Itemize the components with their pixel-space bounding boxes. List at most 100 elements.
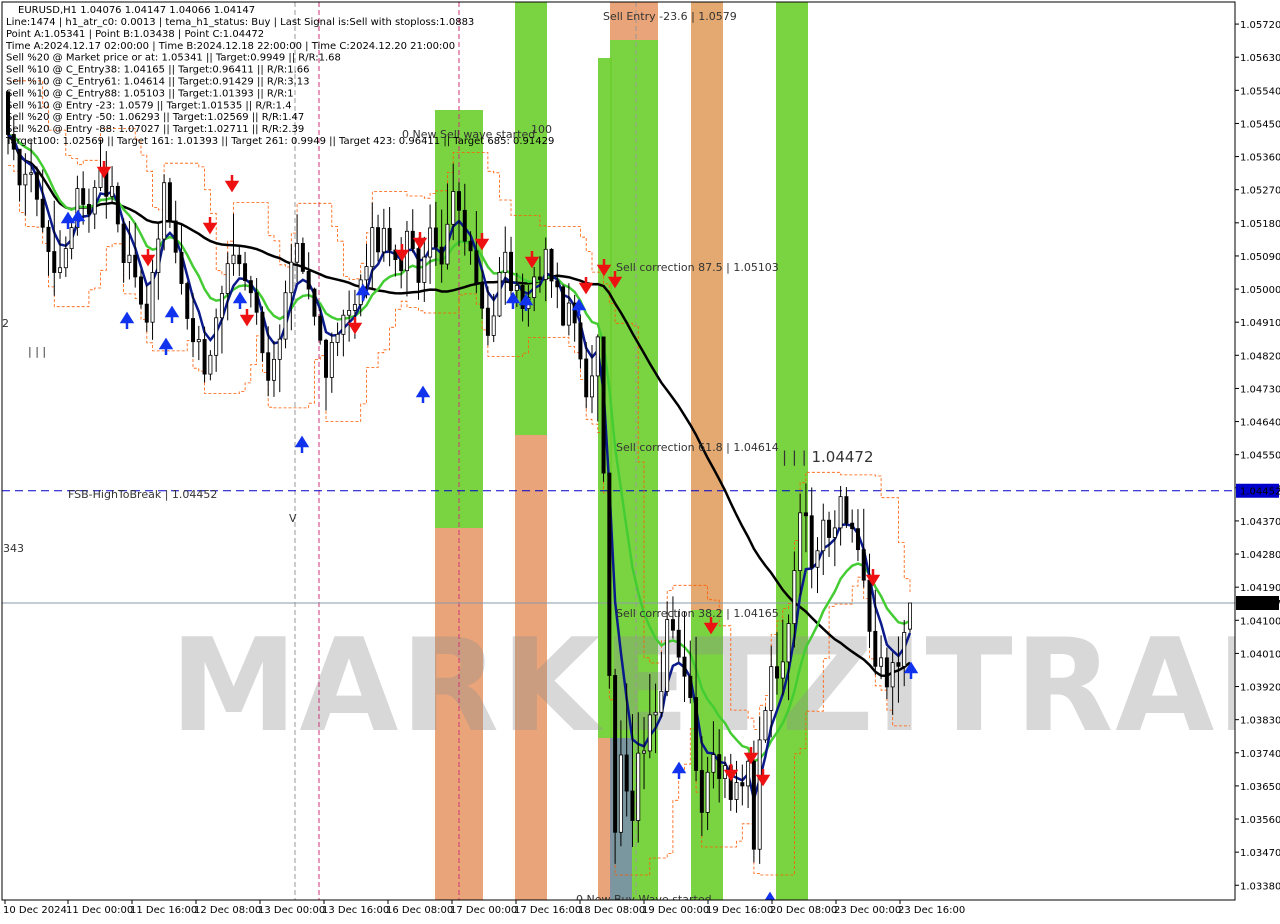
candle-body — [792, 570, 797, 625]
v-marker: V — [289, 512, 297, 525]
y-tick-label: 1.04280 — [1240, 550, 1280, 561]
candle — [162, 174, 167, 251]
candle-body — [642, 750, 647, 754]
candle-body — [786, 623, 791, 663]
candle-body — [711, 754, 716, 773]
x-tick-label: 23 Dec 16:00 — [898, 905, 965, 916]
candle-body — [734, 782, 739, 800]
candle-body — [566, 302, 571, 326]
candle-body — [144, 303, 149, 323]
candle-body — [879, 657, 884, 667]
candle-body — [549, 248, 554, 282]
price-chart[interactable]: MARKETZITRADE Sell Entry -23.6 | 1.0579 … — [0, 0, 1280, 920]
candle-body — [52, 251, 57, 273]
y-tick-label: 1.03470 — [1240, 848, 1280, 859]
info-line: Sell %10 @ C_Entry88: 1.05103 || Target:… — [6, 88, 294, 99]
x-tick-label: 11 Dec 16:00 — [130, 905, 197, 916]
left-marker-343: 343 — [3, 542, 24, 555]
y-tick-label: 1.04100 — [1240, 616, 1280, 627]
info-line: Sell %10 @ C_Entry38: 1.04165 || Target:… — [6, 65, 309, 76]
y-tick-label: 1.04010 — [1240, 649, 1280, 660]
candle-body — [589, 375, 594, 398]
candle — [167, 177, 172, 228]
candle-body — [196, 339, 201, 343]
correction-382-label: Sell correction 38.2 | 1.04165 — [616, 607, 779, 620]
candle-body — [861, 549, 866, 581]
candle-body — [69, 227, 74, 249]
watermark-text: MARKETZITRADE — [170, 612, 1280, 761]
fsb-level-label: FSB-HighToBreak | 1.04452 — [68, 488, 217, 501]
candle-body — [237, 254, 242, 265]
candle-body — [855, 528, 860, 551]
x-tick-label: 18 Dec 08:00 — [578, 905, 645, 916]
y-tick-label: 1.04370 — [1240, 517, 1280, 528]
candle-body — [300, 243, 305, 272]
candle-body — [844, 496, 849, 524]
left-marker-2: 2 — [2, 317, 9, 330]
candle-body — [445, 223, 450, 265]
candle-body — [150, 272, 155, 323]
candle-body — [335, 333, 340, 343]
candle-body — [231, 254, 236, 265]
candle-body — [838, 496, 843, 529]
candle-body — [156, 238, 161, 273]
candle-body — [40, 198, 45, 228]
candle-body — [138, 276, 143, 305]
candle-body — [167, 182, 172, 222]
candle-body — [803, 512, 808, 517]
y-tick-label: 1.03650 — [1240, 782, 1280, 793]
candle-body — [653, 711, 658, 716]
candle-body — [376, 227, 381, 253]
info-line: Sell %20 @ Market price or at: 1.05341 |… — [6, 53, 341, 64]
candle-body — [324, 339, 329, 378]
info-line: Line:1474 | h1_atr_c0: 0.0013 | tema_h1_… — [6, 17, 474, 28]
y-tick-label: 1.05270 — [1240, 186, 1280, 197]
candle-body — [607, 472, 612, 676]
candle-body — [468, 240, 473, 252]
candle-body — [422, 256, 427, 283]
candle-body — [63, 248, 68, 269]
y-tick-label: 1.04820 — [1240, 351, 1280, 362]
candle-body — [688, 675, 693, 698]
candle-body — [439, 246, 444, 265]
candle-body — [780, 661, 785, 679]
candle-body — [873, 630, 878, 667]
candle-body — [347, 310, 352, 316]
x-tick-label: 13 Dec 00:00 — [258, 905, 325, 916]
x-tick-label: 11 Dec 00:00 — [66, 905, 133, 916]
candle-body — [630, 790, 635, 821]
y-tick-label: 1.03920 — [1240, 683, 1280, 694]
candle-body — [618, 754, 623, 833]
y-tick-label: 1.05540 — [1240, 86, 1280, 97]
candle-body — [601, 336, 606, 474]
chart-canvas[interactable]: MARKETZITRADE Sell Entry -23.6 | 1.0579 … — [0, 0, 1280, 920]
candle-body — [58, 267, 63, 273]
candle-body — [740, 782, 745, 787]
candle-body — [757, 739, 762, 850]
candle-body — [514, 284, 519, 291]
candle-body — [908, 602, 912, 630]
watermark: MARKETZITRADE — [170, 612, 1280, 761]
x-tick-label: 17 Dec 00:00 — [450, 905, 517, 916]
candle-body — [248, 280, 253, 294]
x-tick-label: 17 Dec 16:00 — [514, 905, 581, 916]
candle-body — [370, 227, 375, 268]
y-tick-label: 1.04910 — [1240, 318, 1280, 329]
candle-body — [110, 185, 115, 197]
candle-body — [133, 254, 138, 278]
candle-body — [173, 220, 178, 253]
candle-body — [537, 276, 542, 280]
candle-body — [884, 657, 889, 688]
candle-body — [329, 342, 334, 378]
info-line: Time A:2024.12.17 02:00:00 | Time B:2024… — [5, 41, 455, 52]
candle-body — [266, 352, 271, 381]
candle-body — [416, 248, 421, 283]
candle-body — [624, 754, 629, 792]
zone-bar — [515, 2, 547, 435]
candle-body — [584, 358, 589, 398]
candle-body — [474, 250, 479, 284]
candle-body — [543, 248, 548, 280]
y-tick-label: 1.05090 — [1240, 252, 1280, 263]
candle — [561, 284, 566, 327]
candle-body — [497, 272, 502, 317]
